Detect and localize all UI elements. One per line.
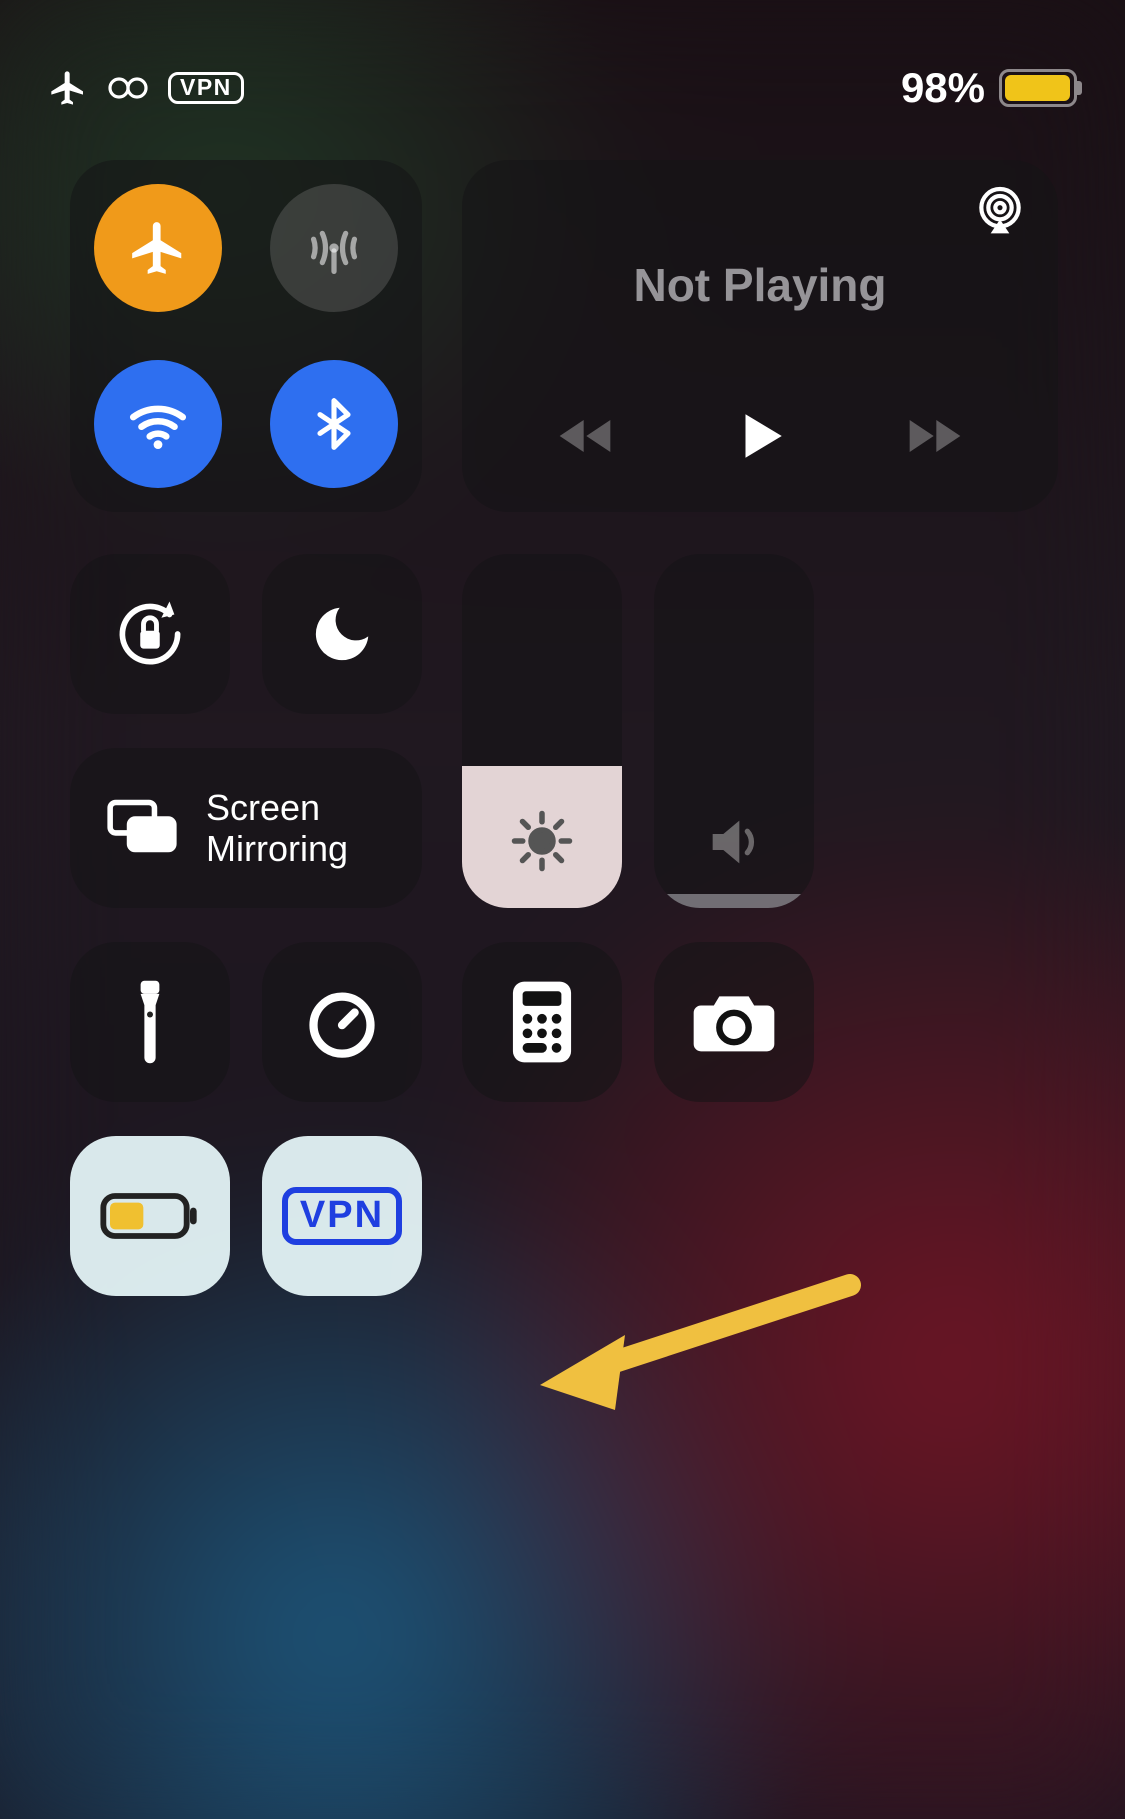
screen-mirroring-icon	[106, 797, 178, 860]
next-track-button[interactable]	[899, 412, 963, 465]
volume-slider[interactable]	[654, 554, 814, 908]
connectivity-platter[interactable]	[70, 160, 422, 512]
airplane-icon	[48, 68, 88, 108]
flashlight-button[interactable]	[70, 942, 230, 1102]
vpn-toggle[interactable]: VPN	[262, 1136, 422, 1296]
battery-percent: 98%	[901, 64, 985, 112]
personal-hotspot-icon	[106, 74, 150, 102]
screen-mirroring-button[interactable]: Screen Mirroring	[70, 748, 422, 908]
brightness-icon	[462, 808, 622, 874]
cellular-data-toggle[interactable]	[270, 184, 398, 312]
volume-icon	[654, 810, 814, 874]
low-power-mode-toggle[interactable]	[70, 1136, 230, 1296]
orientation-lock-toggle[interactable]	[70, 554, 230, 714]
vpn-tile-label: VPN	[282, 1187, 402, 1245]
calculator-button[interactable]	[462, 942, 622, 1102]
status-bar: VPN 98%	[0, 58, 1125, 118]
camera-button[interactable]	[654, 942, 814, 1102]
previous-track-button[interactable]	[557, 412, 621, 465]
screen-mirroring-label: Screen Mirroring	[206, 787, 348, 870]
do-not-disturb-toggle[interactable]	[262, 554, 422, 714]
battery-icon	[999, 69, 1077, 107]
now-playing-title: Not Playing	[498, 258, 1022, 312]
bluetooth-toggle[interactable]	[270, 360, 398, 488]
timer-button[interactable]	[262, 942, 422, 1102]
airplane-mode-toggle[interactable]	[94, 184, 222, 312]
airplay-icon[interactable]	[972, 182, 1028, 243]
now-playing-platter[interactable]: Not Playing	[462, 160, 1058, 512]
wifi-toggle[interactable]	[94, 360, 222, 488]
play-button[interactable]	[731, 407, 789, 470]
brightness-slider[interactable]	[462, 554, 622, 908]
vpn-status-icon: VPN	[168, 72, 244, 104]
